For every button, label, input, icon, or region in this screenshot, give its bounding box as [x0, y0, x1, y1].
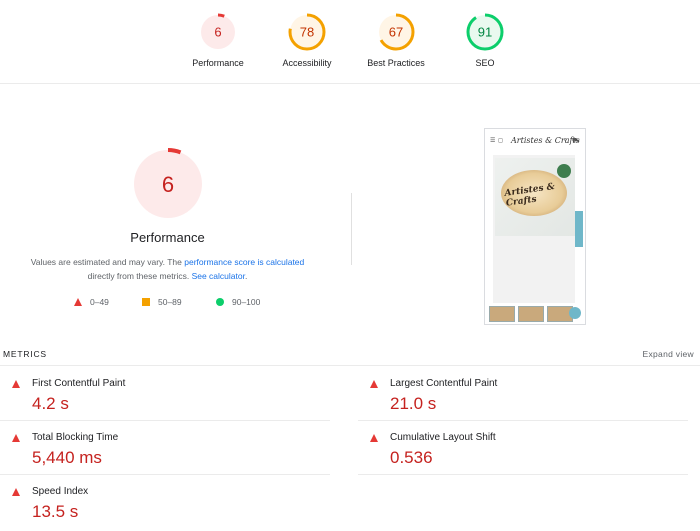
fail-triangle-icon: [12, 380, 20, 388]
metric-value: 21.0 s: [390, 394, 437, 413]
gauge-score: 91: [478, 25, 492, 40]
hero-gauge: 6: [131, 147, 205, 226]
metric-value: 4.2 s: [32, 394, 69, 413]
legend-fail-label: 0–49: [90, 297, 109, 307]
metric-label: Total Blocking Time: [32, 432, 119, 443]
cart-icon: ⛟: [572, 138, 580, 144]
hero-title: Performance: [130, 230, 205, 245]
metric-label: Largest Contentful Paint: [390, 378, 498, 389]
desc-text: Values are estimated and may vary. The: [30, 257, 185, 267]
gauge-best-practices[interactable]: 67 Best Practices: [351, 12, 441, 68]
performance-score-link[interactable]: performance score is calculated: [184, 257, 304, 267]
chat-icon: [569, 307, 581, 319]
lock-icon: ◻: [498, 138, 503, 144]
metric-value: 13.5 s: [32, 502, 79, 521]
desc-text: directly from these metrics.: [87, 271, 192, 281]
metric-label: First Contentful Paint: [32, 378, 126, 389]
gauge-ring: 67: [377, 13, 415, 51]
gauge-seo[interactable]: 91 SEO: [440, 12, 530, 68]
thumbnail: [518, 306, 544, 322]
fail-triangle-icon: [12, 434, 20, 442]
gauge-label: Performance: [192, 58, 244, 68]
average-square-icon: [142, 298, 150, 306]
calculator-link[interactable]: See calculator: [192, 271, 245, 281]
metrics-header: METRICS Expand view: [0, 340, 700, 366]
fail-triangle-icon: [370, 380, 378, 388]
gauge-score: 67: [389, 25, 403, 40]
screenshot-header: ☰ ◻ Artistes & Crafts ⌕ ⛟: [485, 129, 585, 153]
thumbnail: [489, 306, 515, 322]
expand-view-toggle[interactable]: Expand view: [643, 349, 695, 359]
side-tab: [575, 211, 583, 247]
screenshot-body: Artistes & Crafts: [493, 155, 575, 303]
final-screenshot[interactable]: ☰ ◻ Artistes & Crafts ⌕ ⛟ Artistes & Cra…: [484, 128, 586, 325]
hero-score: 6: [162, 172, 174, 197]
legend-fail: 0–49: [74, 297, 109, 307]
gauge-ring: 91: [466, 13, 504, 51]
fail-triangle-icon: [74, 298, 82, 306]
hero-image: Artistes & Crafts: [495, 158, 575, 236]
metric-tbt: Total Blocking Time 5,440 ms: [0, 421, 330, 475]
fail-triangle-icon: [12, 488, 20, 496]
gauge-accessibility[interactable]: 78 Accessibility: [262, 12, 352, 68]
hero-description: Values are estimated and may vary. The p…: [0, 255, 335, 283]
metric-si: Speed Index 13.5 s: [0, 475, 330, 529]
desc-text: .: [244, 271, 248, 281]
legend-pass: 90–100: [216, 297, 260, 307]
hero-gauge-ring: 6: [132, 148, 204, 220]
gauge-performance[interactable]: 6 Performance: [173, 12, 263, 68]
metric-label: Cumulative Layout Shift: [390, 432, 496, 443]
metric-label: Speed Index: [32, 486, 89, 497]
gauge-label: SEO: [475, 58, 495, 68]
menu-icon: ☰: [490, 138, 496, 144]
metric-value: 0.536: [390, 448, 433, 467]
metrics-title: METRICS: [3, 349, 47, 359]
metric-value: 5,440 ms: [32, 448, 102, 467]
legend-pass-label: 90–100: [232, 297, 261, 307]
metric-lcp: Largest Contentful Paint 21.0 s: [358, 367, 688, 421]
site-logo: Artistes & Crafts: [511, 136, 580, 145]
category-gauges: 6 Performance 78 Accessibility 67 Best P…: [0, 0, 700, 84]
legend-average-label: 50–89: [158, 297, 182, 307]
gauge-ring: 6: [199, 13, 237, 51]
gauge-label: Accessibility: [282, 58, 332, 68]
pass-circle-icon: [216, 298, 224, 306]
metric-fcp: First Contentful Paint 4.2 s: [0, 367, 330, 421]
divider: [351, 193, 352, 265]
legend-average: 50–89: [142, 297, 182, 307]
gauge-label: Best Practices: [367, 58, 425, 68]
plant-image: [557, 164, 571, 178]
metric-cls: Cumulative Layout Shift 0.536: [358, 421, 688, 475]
score-legend: 0–49 50–89 90–100: [0, 297, 335, 311]
gauge-score: 78: [300, 25, 314, 40]
gauge-score: 6: [214, 25, 221, 40]
gauge-ring: 78: [288, 13, 326, 51]
search-icon: ⌕: [564, 137, 568, 143]
fail-triangle-icon: [370, 434, 378, 442]
